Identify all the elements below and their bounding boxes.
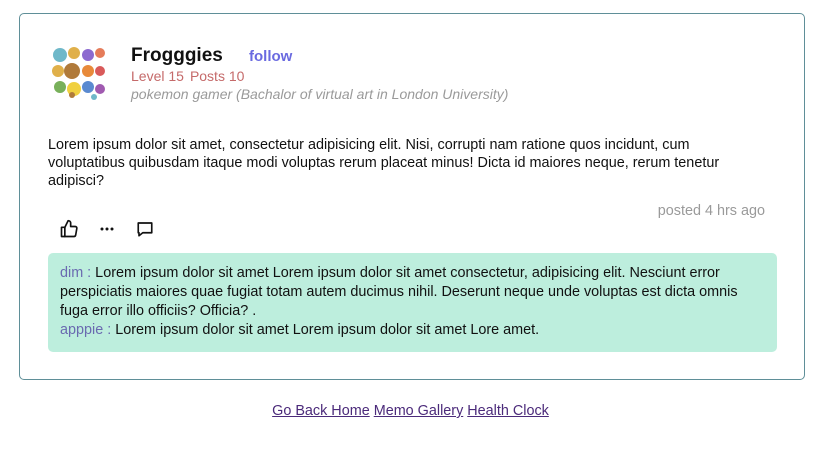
health-clock-link[interactable]: Health Clock (467, 403, 549, 419)
follow-button[interactable]: follow (249, 48, 292, 65)
thumbs-up-icon (59, 219, 79, 244)
comment-author[interactable]: dim : (60, 265, 91, 281)
memo-gallery-link[interactable]: Memo Gallery (374, 403, 464, 419)
comment-item: apppie : Lorem ipsum dolor sit amet Lore… (60, 321, 765, 340)
comment-icon (136, 220, 154, 243)
post-timestamp: posted 4 hrs ago (657, 203, 765, 219)
comment-item: dim : Lorem ipsum dolor sit amet Lorem i… (60, 264, 765, 321)
user-bio: pokemon gamer (Bachalor of virtual art i… (131, 86, 509, 102)
footer-nav: Go Back Home Memo Gallery Health Clock (0, 403, 821, 419)
like-button[interactable] (58, 219, 80, 244)
avatar[interactable] (50, 45, 106, 101)
comment-text: Lorem ipsum dolor sit amet Lorem ipsum d… (60, 265, 738, 319)
go-back-home-link[interactable]: Go Back Home (272, 403, 370, 419)
user-posts: Posts 10 (189, 68, 245, 84)
more-button[interactable] (96, 220, 118, 242)
comment-button[interactable] (134, 220, 156, 242)
post-text: Lorem ipsum dolor sit amet, consectetur … (48, 137, 720, 189)
user-stats: Level 15 Posts 10 (131, 68, 244, 84)
user-level: Level 15 (131, 68, 184, 84)
comment-author[interactable]: apppie : (60, 322, 111, 338)
username[interactable]: Frogggies (131, 45, 223, 67)
post-card: Frogggies follow Level 15 Posts 10 pokemo… (19, 13, 805, 380)
more-icon (99, 221, 115, 242)
comment-text: Lorem ipsum dolor sit amet Lorem ipsum d… (111, 322, 540, 338)
post-actions (58, 219, 172, 243)
comments-section: dim : Lorem ipsum dolor sit amet Lorem i… (48, 253, 777, 352)
